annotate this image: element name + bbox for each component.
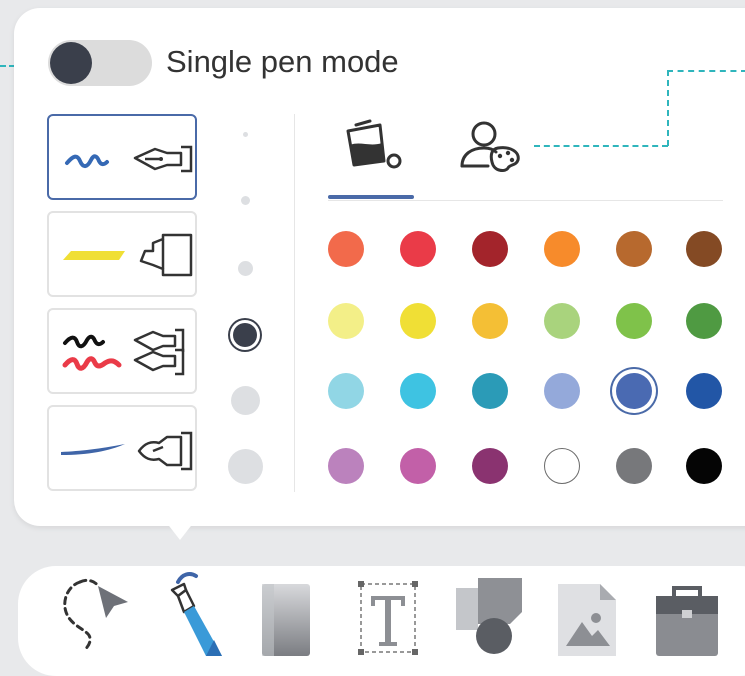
- panel-pointer: [166, 522, 194, 540]
- color-swatch[interactable]: [472, 373, 508, 409]
- color-swatch[interactable]: [328, 231, 364, 267]
- panel-divider: [294, 114, 295, 492]
- connector-line-right-vertical: [667, 70, 669, 146]
- pen-size-3[interactable]: [238, 261, 253, 276]
- fountain-pen-tool-icon: [170, 572, 222, 656]
- tab-custom-colors[interactable]: [458, 118, 522, 177]
- color-swatch[interactable]: [328, 373, 364, 409]
- color-swatch[interactable]: [686, 373, 722, 409]
- pen-size-1[interactable]: [243, 132, 248, 137]
- color-swatch[interactable]: [616, 231, 652, 267]
- connector-line-right-top: [667, 70, 745, 72]
- color-swatch[interactable]: [400, 448, 436, 484]
- highlighter-icon: [63, 233, 193, 277]
- shapes-tool[interactable]: [454, 576, 524, 661]
- pen-size-2[interactable]: [241, 196, 250, 205]
- color-swatch[interactable]: [616, 303, 652, 339]
- pen-type-fountain-pen[interactable]: [47, 114, 197, 200]
- color-swatch[interactable]: [400, 373, 436, 409]
- toggle-knob: [50, 42, 92, 84]
- color-swatch[interactable]: [400, 303, 436, 339]
- text-box-icon: [358, 581, 418, 655]
- brush-pen-icon: [61, 431, 193, 471]
- select-tool[interactable]: [58, 572, 134, 657]
- fountain-pen-icon: [65, 145, 193, 173]
- user-palette-icon: [460, 121, 520, 172]
- color-swatch[interactable]: [686, 448, 722, 484]
- color-swatch[interactable]: [544, 231, 580, 267]
- pen-type-highlighter[interactable]: [47, 211, 197, 297]
- tab-divider: [328, 200, 723, 201]
- lasso-select-icon: [63, 578, 128, 652]
- shapes-icon: [456, 578, 522, 654]
- connector-line-right-bottom: [534, 145, 668, 147]
- text-tool[interactable]: [357, 580, 419, 661]
- color-swatch[interactable]: [686, 231, 722, 267]
- eraser-icon: [262, 584, 310, 656]
- color-swatch[interactable]: [616, 448, 652, 484]
- toolbox-tool[interactable]: [654, 582, 720, 661]
- multi-color-pen-icon: [62, 328, 185, 376]
- active-tab-indicator: [328, 195, 414, 199]
- eraser-tool[interactable]: [260, 580, 312, 661]
- color-swatch[interactable]: [544, 448, 580, 484]
- color-swatch[interactable]: [616, 373, 652, 409]
- color-fill-icon: [346, 119, 402, 169]
- color-swatch[interactable]: [544, 373, 580, 409]
- pen-tool[interactable]: [156, 570, 226, 661]
- color-swatch[interactable]: [686, 303, 722, 339]
- tab-basic-colors[interactable]: [340, 117, 404, 178]
- color-swatch[interactable]: [472, 448, 508, 484]
- color-swatch[interactable]: [400, 231, 436, 267]
- pen-size-5[interactable]: [231, 386, 260, 415]
- pen-size-4[interactable]: [233, 323, 257, 347]
- color-swatch[interactable]: [328, 303, 364, 339]
- pen-type-multi-color-pen[interactable]: [47, 308, 197, 394]
- single-pen-mode-label: Single pen mode: [166, 44, 399, 79]
- toolbox-icon: [656, 586, 718, 656]
- pen-size-6[interactable]: [228, 449, 263, 484]
- color-swatch[interactable]: [544, 303, 580, 339]
- image-file-icon: [558, 584, 616, 656]
- color-swatch[interactable]: [328, 448, 364, 484]
- single-pen-mode-toggle[interactable]: [48, 40, 152, 86]
- color-swatch[interactable]: [472, 303, 508, 339]
- pen-type-brush-pen[interactable]: [47, 405, 197, 491]
- color-swatch[interactable]: [472, 231, 508, 267]
- image-tool[interactable]: [556, 580, 618, 661]
